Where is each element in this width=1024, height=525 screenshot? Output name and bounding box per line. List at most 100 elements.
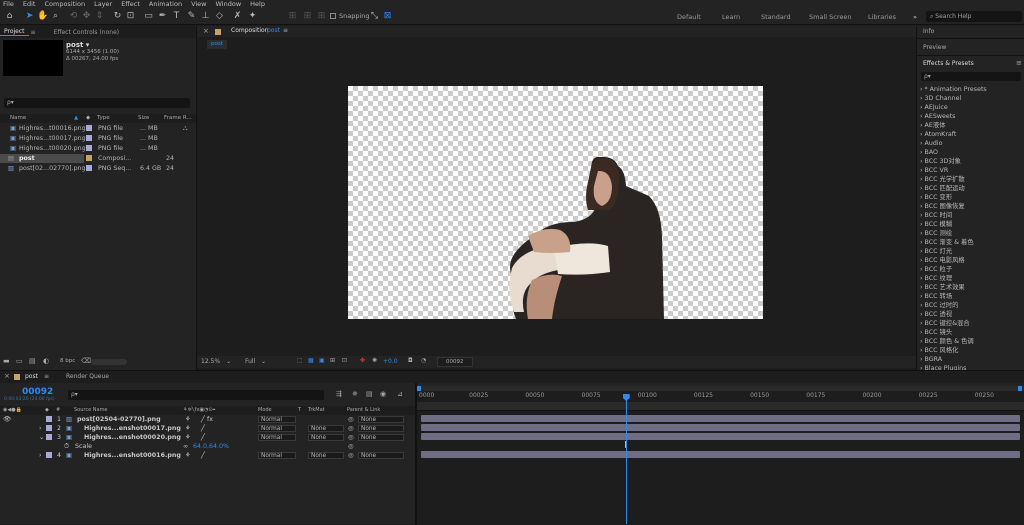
trash-icon[interactable]: ⌫: [81, 357, 91, 365]
pickwhip-icon[interactable]: ◎: [348, 442, 354, 451]
layer-name[interactable]: Highres...enshot00016.png: [84, 451, 181, 460]
mode-dropdown[interactable]: Normal: [258, 425, 296, 432]
shy-switch-icon[interactable]: ⚘: [185, 415, 191, 424]
scale-value[interactable]: 64.0,64.0%: [193, 442, 229, 451]
parent-dropdown[interactable]: None: [358, 425, 404, 432]
trkmat-dropdown[interactable]: None: [308, 425, 344, 432]
timeline-search-input[interactable]: ρ▾: [68, 390, 324, 400]
trkmat-column[interactable]: TrkMat: [308, 406, 325, 415]
anchor-tool-icon[interactable]: ⊡: [125, 11, 136, 22]
project-item[interactable]: ▧ post[02...02770].png PNG Seq... 6.4 GB…: [0, 164, 194, 173]
effects-category[interactable]: › BCC 电影风格: [920, 256, 965, 265]
effects-category[interactable]: › * Animation Presets: [920, 85, 987, 94]
effects-category[interactable]: › BCC 时间: [920, 211, 952, 220]
menu-effect[interactable]: Effect: [121, 0, 140, 8]
effects-category[interactable]: › BCC 艺术效果: [920, 283, 965, 292]
effects-category[interactable]: › BGRA: [920, 355, 942, 364]
pen-tool-icon[interactable]: ✒: [157, 11, 168, 22]
col-name[interactable]: Name: [10, 114, 26, 123]
bpc-button[interactable]: 8 bpc: [60, 358, 75, 364]
mode-dropdown[interactable]: Normal: [258, 416, 296, 423]
effects-presets-title[interactable]: Effects & Presets: [923, 60, 974, 67]
workspace-libraries[interactable]: Libraries: [868, 13, 896, 21]
effects-category[interactable]: › BCC 透视: [920, 310, 952, 319]
menu-animation[interactable]: Animation: [149, 0, 182, 8]
transparency-grid-icon[interactable]: ▦: [308, 357, 314, 364]
navigator-end-handle[interactable]: [1018, 386, 1022, 391]
workspace-default[interactable]: Default: [677, 13, 701, 21]
effects-category[interactable]: › BCC 风格化: [920, 346, 958, 355]
label-swatch[interactable]: [46, 416, 52, 422]
effects-category[interactable]: › BCC 3D对象: [920, 157, 961, 166]
layer-duration-bar[interactable]: [421, 433, 1020, 440]
label-swatch[interactable]: [46, 452, 52, 458]
timeline-tab-post[interactable]: post: [25, 373, 38, 380]
brush-tool-icon[interactable]: ✎: [186, 11, 197, 22]
interpret-footage-icon[interactable]: ▬: [3, 357, 10, 365]
local-axis-icon[interactable]: ⊞: [287, 11, 298, 22]
effects-search-input[interactable]: ρ▾: [921, 72, 1021, 81]
effects-category[interactable]: › BCC 灯光: [920, 247, 952, 256]
selection-tool-icon[interactable]: ➤: [24, 11, 35, 22]
tab-menu-icon[interactable]: ≡: [44, 373, 49, 380]
tab-project[interactable]: Project: [0, 28, 29, 36]
pickwhip-icon[interactable]: ◎: [348, 424, 354, 433]
work-area-bar[interactable]: [417, 402, 1024, 410]
t-column[interactable]: T: [298, 406, 301, 415]
project-item[interactable]: ▣ Highres...t00016.png PNG file ... MB ⛬: [0, 124, 194, 133]
thumbnail-scrollbar[interactable]: [91, 359, 127, 365]
pan-tool-icon[interactable]: ✥: [81, 11, 92, 22]
current-time-field[interactable]: 00092: [437, 357, 473, 367]
channel-icon[interactable]: ✤: [360, 357, 365, 364]
project-item-selected-details[interactable]: Composi... 24: [84, 154, 194, 163]
effects-category[interactable]: › BCC 键控&混合: [920, 319, 970, 328]
snapping-checkbox[interactable]: [330, 13, 336, 19]
property-row-scale[interactable]: ⏱ Scale ∞ 64.0,64.0% ◎: [0, 442, 412, 451]
effects-category[interactable]: › BCC 光学扩散: [920, 175, 965, 184]
resolution-dropdown[interactable]: Full: [245, 358, 255, 365]
magnification-dropdown[interactable]: 12.5%: [201, 358, 220, 365]
info-panel-tab[interactable]: Info: [923, 28, 934, 35]
effects-category[interactable]: › BAO: [920, 148, 938, 157]
effects-category[interactable]: › AtomKraft: [920, 130, 956, 139]
tab-effect-controls[interactable]: Effect Controls (none): [54, 29, 120, 36]
expand-arrow-icon[interactable]: ›: [39, 424, 42, 433]
parent-dropdown[interactable]: None: [358, 416, 404, 423]
color-settings-icon[interactable]: ◐: [43, 357, 49, 365]
parent-dropdown[interactable]: None: [358, 434, 404, 441]
expand-arrow-icon[interactable]: ›: [39, 451, 42, 460]
view-axis-icon[interactable]: ⊞: [316, 11, 327, 22]
exposure-icon[interactable]: ✺: [372, 357, 377, 364]
shy-layers-icon[interactable]: ▤: [366, 390, 373, 398]
world-axis-icon[interactable]: ⊞: [302, 11, 313, 22]
stopwatch-icon[interactable]: ⏱: [64, 442, 69, 451]
effects-category[interactable]: › BCC VR: [920, 166, 948, 175]
effects-category[interactable]: › 3D Channel: [920, 94, 961, 103]
effects-category[interactable]: › BCC 过时的: [920, 301, 958, 310]
layer-name[interactable]: Highres...enshot00020.png: [84, 433, 181, 442]
preview-panel-tab[interactable]: Preview: [923, 44, 946, 51]
current-time-display[interactable]: 00092: [22, 387, 53, 397]
collapse-arrow-icon[interactable]: ⌄: [39, 433, 44, 442]
effects-category[interactable]: › BCC 转场: [920, 292, 952, 301]
effects-category[interactable]: › BCC 测绘: [920, 229, 952, 238]
col-frame-rate[interactable]: Frame R...: [164, 114, 192, 123]
pickwhip-icon[interactable]: ◎: [348, 433, 354, 442]
menu-file[interactable]: File: [3, 0, 14, 8]
menu-layer[interactable]: Layer: [94, 0, 112, 8]
shy-switch-icon[interactable]: ⚘: [185, 451, 191, 460]
snapshot-camera-icon[interactable]: ◘: [408, 357, 413, 364]
fast-preview-icon[interactable]: ⊡: [342, 357, 347, 364]
effects-category[interactable]: › BCC 匹配运动: [920, 184, 965, 193]
mode-column[interactable]: Mode: [258, 406, 272, 415]
pickwhip-icon[interactable]: ◎: [348, 451, 354, 460]
col-type[interactable]: Type: [97, 114, 110, 123]
orbit-tool-icon[interactable]: ⟲: [68, 11, 79, 22]
navigator-start-handle[interactable]: [417, 386, 421, 391]
effects-category[interactable]: › Audio: [920, 139, 942, 148]
mode-dropdown[interactable]: Normal: [258, 452, 296, 459]
project-item-selected[interactable]: ▤ post: [0, 154, 84, 163]
layer-duration-bar[interactable]: [421, 451, 1020, 458]
effects-category[interactable]: › BCC 模糊: [920, 220, 952, 229]
workspace-small-screen[interactable]: Small Screen: [809, 13, 851, 21]
